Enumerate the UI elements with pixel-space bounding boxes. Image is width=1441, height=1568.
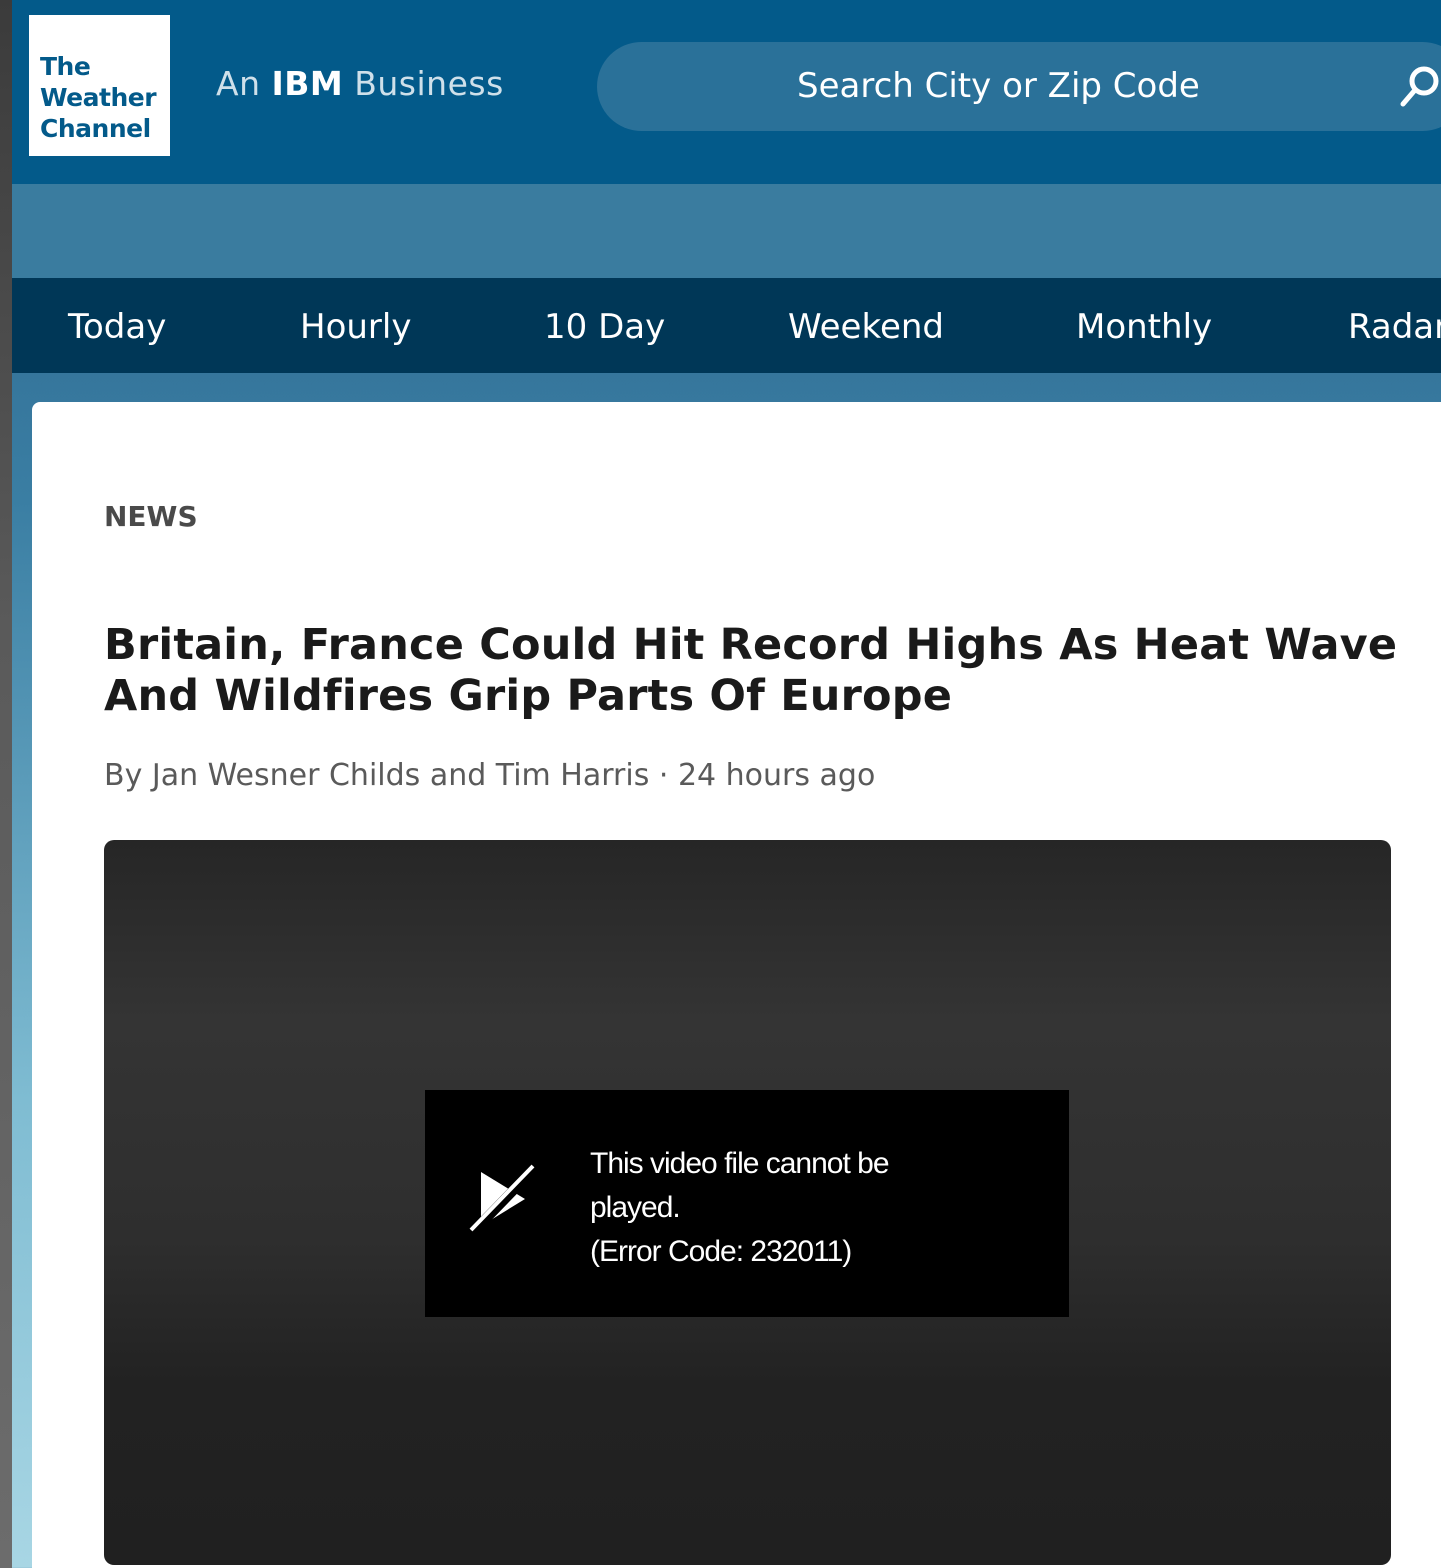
search-icon[interactable]	[1397, 62, 1441, 110]
forecast-nav: Today Hourly 10 Day Weekend Monthly Rada…	[12, 278, 1441, 373]
video-error-message: This video file cannot be played. (Error…	[425, 1090, 1069, 1317]
nav-item-monthly[interactable]: Monthly	[1076, 307, 1212, 347]
nav-item-radar[interactable]: Radar	[1348, 307, 1441, 347]
error-text: This video file cannot be played. (Error…	[590, 1142, 890, 1274]
tagline-suffix: Business	[343, 64, 504, 103]
error-line-2: played.	[590, 1191, 681, 1224]
error-code: (Error Code: 232011)	[590, 1235, 852, 1268]
sub-header-bar	[12, 184, 1441, 278]
tagline-prefix: An	[216, 64, 272, 103]
nav-item-today[interactable]: Today	[68, 307, 166, 347]
article-card: NEWS Britain, France Could Hit Record Hi…	[32, 402, 1441, 1568]
weather-channel-logo[interactable]: The Weather Channel	[29, 15, 170, 156]
article-byline: By Jan Wesner Childs and Tim Harris · 24…	[104, 758, 876, 793]
tagline: An IBM Business	[216, 64, 504, 103]
tagline-brand: IBM	[271, 64, 344, 103]
browser-edge	[0, 0, 12, 1568]
error-line-1: This video file cannot be	[590, 1147, 890, 1180]
video-player[interactable]: This video file cannot be played. (Error…	[104, 840, 1391, 1565]
logo-line-3: Channel	[40, 114, 151, 143]
article-category[interactable]: NEWS	[104, 500, 198, 533]
search-input[interactable]: Search City or Zip Code	[597, 42, 1441, 131]
site-header: The Weather Channel An IBM Business Sear…	[12, 0, 1441, 184]
logo-line-1: The	[40, 52, 91, 81]
broken-play-icon	[469, 1164, 539, 1236]
nav-item-10-day[interactable]: 10 Day	[544, 307, 665, 347]
article-headline: Britain, France Could Hit Record Highs A…	[104, 620, 1398, 721]
logo-line-2: Weather	[40, 83, 157, 112]
search-placeholder[interactable]: Search City or Zip Code	[797, 66, 1200, 106]
nav-item-hourly[interactable]: Hourly	[300, 307, 411, 347]
nav-item-weekend[interactable]: Weekend	[788, 307, 944, 347]
